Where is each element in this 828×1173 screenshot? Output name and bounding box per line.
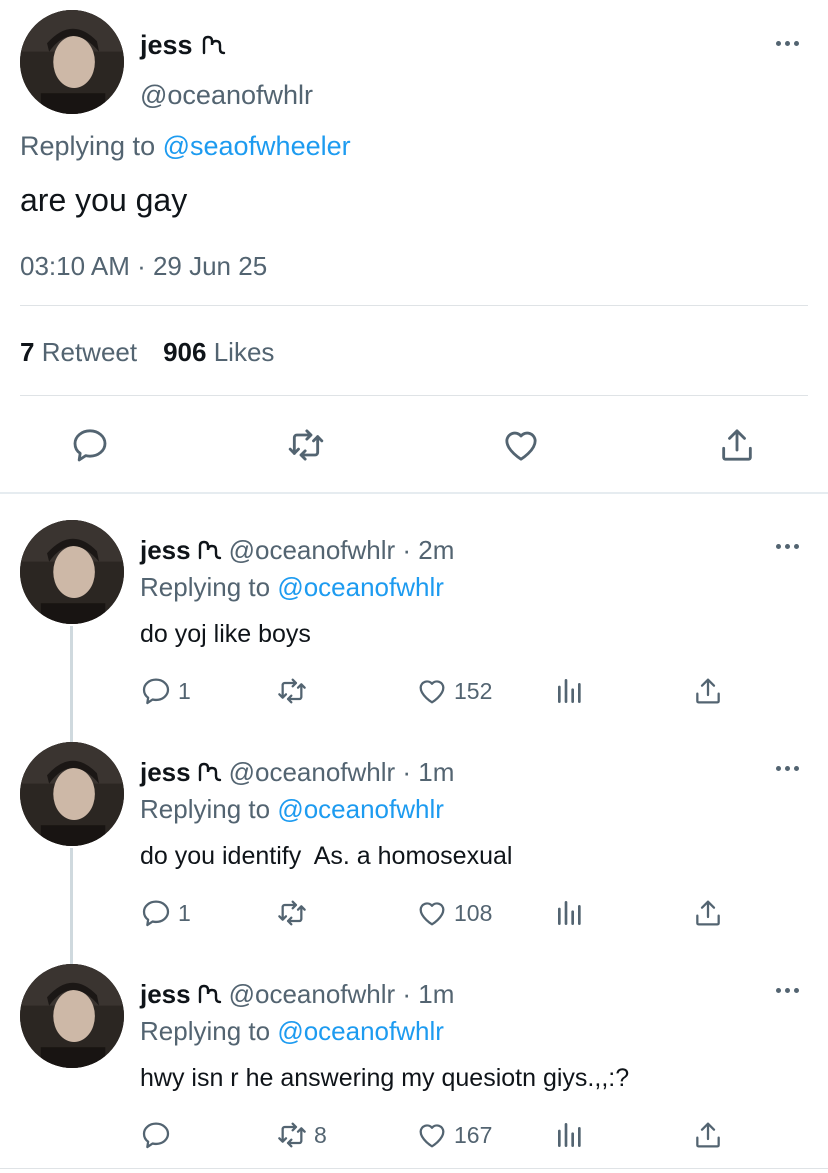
share-icon [696, 1122, 720, 1148]
reply-text: do yoj like boys [140, 620, 311, 648]
analytics-icon [558, 1123, 581, 1147]
like-button[interactable]: 108 [416, 897, 492, 929]
thread-line [70, 626, 73, 742]
retweet-icon[interactable] [286, 425, 326, 465]
moon-icon [198, 540, 221, 559]
retweet-count: 7 [20, 337, 35, 367]
replying-prefix: Replying to [20, 131, 163, 161]
analytics-icon [558, 901, 581, 925]
like-icon [419, 902, 445, 926]
share-icon[interactable] [717, 425, 757, 465]
tweet-timestamp[interactable]: 03:10 AM · 29 Jun 25 [20, 251, 267, 282]
section-divider [0, 492, 828, 494]
share-icon [696, 900, 720, 926]
retweet-icon [278, 900, 306, 926]
reply-text: do you identify As. a homosexual [140, 842, 513, 870]
tweet-stats: 7 Retweet 906 Likes [20, 337, 274, 368]
more-options-icon[interactable] [772, 38, 802, 48]
moon-icon [198, 984, 221, 1003]
replying-to: Replying to @oceanofwhlr [140, 1016, 444, 1047]
like-icon [419, 1124, 445, 1148]
tweet-text: are you gay [20, 182, 188, 218]
like-icon[interactable] [501, 425, 541, 465]
replying-prefix: Replying to [140, 1016, 278, 1046]
reply-icon [142, 678, 170, 705]
more-options-icon[interactable] [772, 763, 802, 773]
handle[interactable]: @oceanofwhlr [140, 80, 313, 111]
divider [20, 395, 808, 396]
replying-prefix: Replying to [140, 794, 278, 824]
analytics-button[interactable] [554, 897, 586, 929]
replying-to-link[interactable]: @oceanofwhlr [277, 794, 444, 824]
reply-icon [142, 900, 170, 927]
avatar[interactable] [20, 964, 124, 1068]
replying-to: Replying to @seaofwheeler [20, 131, 351, 162]
divider [20, 305, 808, 306]
replying-to-link[interactable]: @oceanofwhlr [277, 1016, 444, 1046]
retweet-label: Retweet [41, 337, 138, 367]
handle-time[interactable]: @oceanofwhlr · 1m [229, 757, 455, 788]
display-name-text: jess [140, 30, 193, 60]
analytics-button[interactable] [554, 675, 586, 707]
like-button[interactable]: 152 [416, 675, 492, 707]
reply-text: hwy isn r he answering my quesiotn giys.… [140, 1064, 630, 1092]
retweet-icon [278, 1122, 306, 1148]
reply-header: jess @oceanofwhlr · 1m [140, 757, 454, 788]
retweet-button[interactable] [276, 897, 314, 929]
share-button[interactable] [692, 897, 724, 929]
reply-header: jess @oceanofwhlr · 1m [140, 979, 454, 1010]
analytics-button[interactable] [554, 1119, 586, 1151]
handle-time[interactable]: @oceanofwhlr · 1m [229, 979, 455, 1010]
display-name[interactable]: jess [140, 535, 191, 566]
moon-icon [198, 762, 221, 781]
more-options-icon[interactable] [772, 541, 802, 551]
like-count: 108 [454, 899, 493, 926]
like-count: 167 [454, 1121, 493, 1148]
retweet-button[interactable] [276, 675, 314, 707]
avatar[interactable] [20, 520, 124, 624]
reply-header: jess @oceanofwhlr · 2m [140, 535, 454, 566]
retweet-count: 8 [314, 1121, 327, 1148]
replying-to: Replying to @oceanofwhlr [140, 572, 444, 603]
share-button[interactable] [692, 675, 724, 707]
display-name[interactable]: jess [140, 757, 191, 788]
like-icon [419, 680, 445, 704]
likes-label: Likes [213, 337, 275, 367]
reply-count: 1 [178, 899, 191, 926]
reply-button[interactable] [140, 1119, 178, 1151]
replying-to-link[interactable]: @seaofwheeler [163, 131, 351, 161]
replying-to-link[interactable]: @oceanofwhlr [277, 572, 444, 602]
divider [0, 1168, 828, 1169]
replying-prefix: Replying to [140, 572, 278, 602]
share-button[interactable] [692, 1119, 724, 1151]
reply-button[interactable]: 1 [140, 897, 191, 929]
replying-to: Replying to @oceanofwhlr [140, 794, 444, 825]
reply-count: 1 [178, 677, 191, 704]
like-button[interactable]: 167 [416, 1119, 492, 1151]
retweet-stat[interactable]: 7 Retweet [20, 337, 137, 368]
share-icon [696, 678, 720, 704]
retweet-button[interactable]: 8 [276, 1119, 327, 1151]
avatar[interactable] [20, 10, 124, 114]
display-name[interactable]: jess [140, 30, 227, 61]
handle-time[interactable]: @oceanofwhlr · 2m [229, 535, 455, 566]
likes-count: 906 [163, 337, 207, 367]
like-count: 152 [454, 677, 493, 704]
reply-icon[interactable] [70, 425, 110, 465]
likes-stat[interactable]: 906 Likes [163, 337, 274, 368]
moon-icon [202, 35, 225, 54]
thread-line [70, 848, 73, 964]
reply-button[interactable]: 1 [140, 675, 191, 707]
reply-icon [142, 1122, 170, 1149]
display-name[interactable]: jess [140, 979, 191, 1010]
retweet-icon [278, 678, 306, 704]
avatar[interactable] [20, 742, 124, 846]
more-options-icon[interactable] [772, 985, 802, 995]
analytics-icon [558, 679, 581, 703]
